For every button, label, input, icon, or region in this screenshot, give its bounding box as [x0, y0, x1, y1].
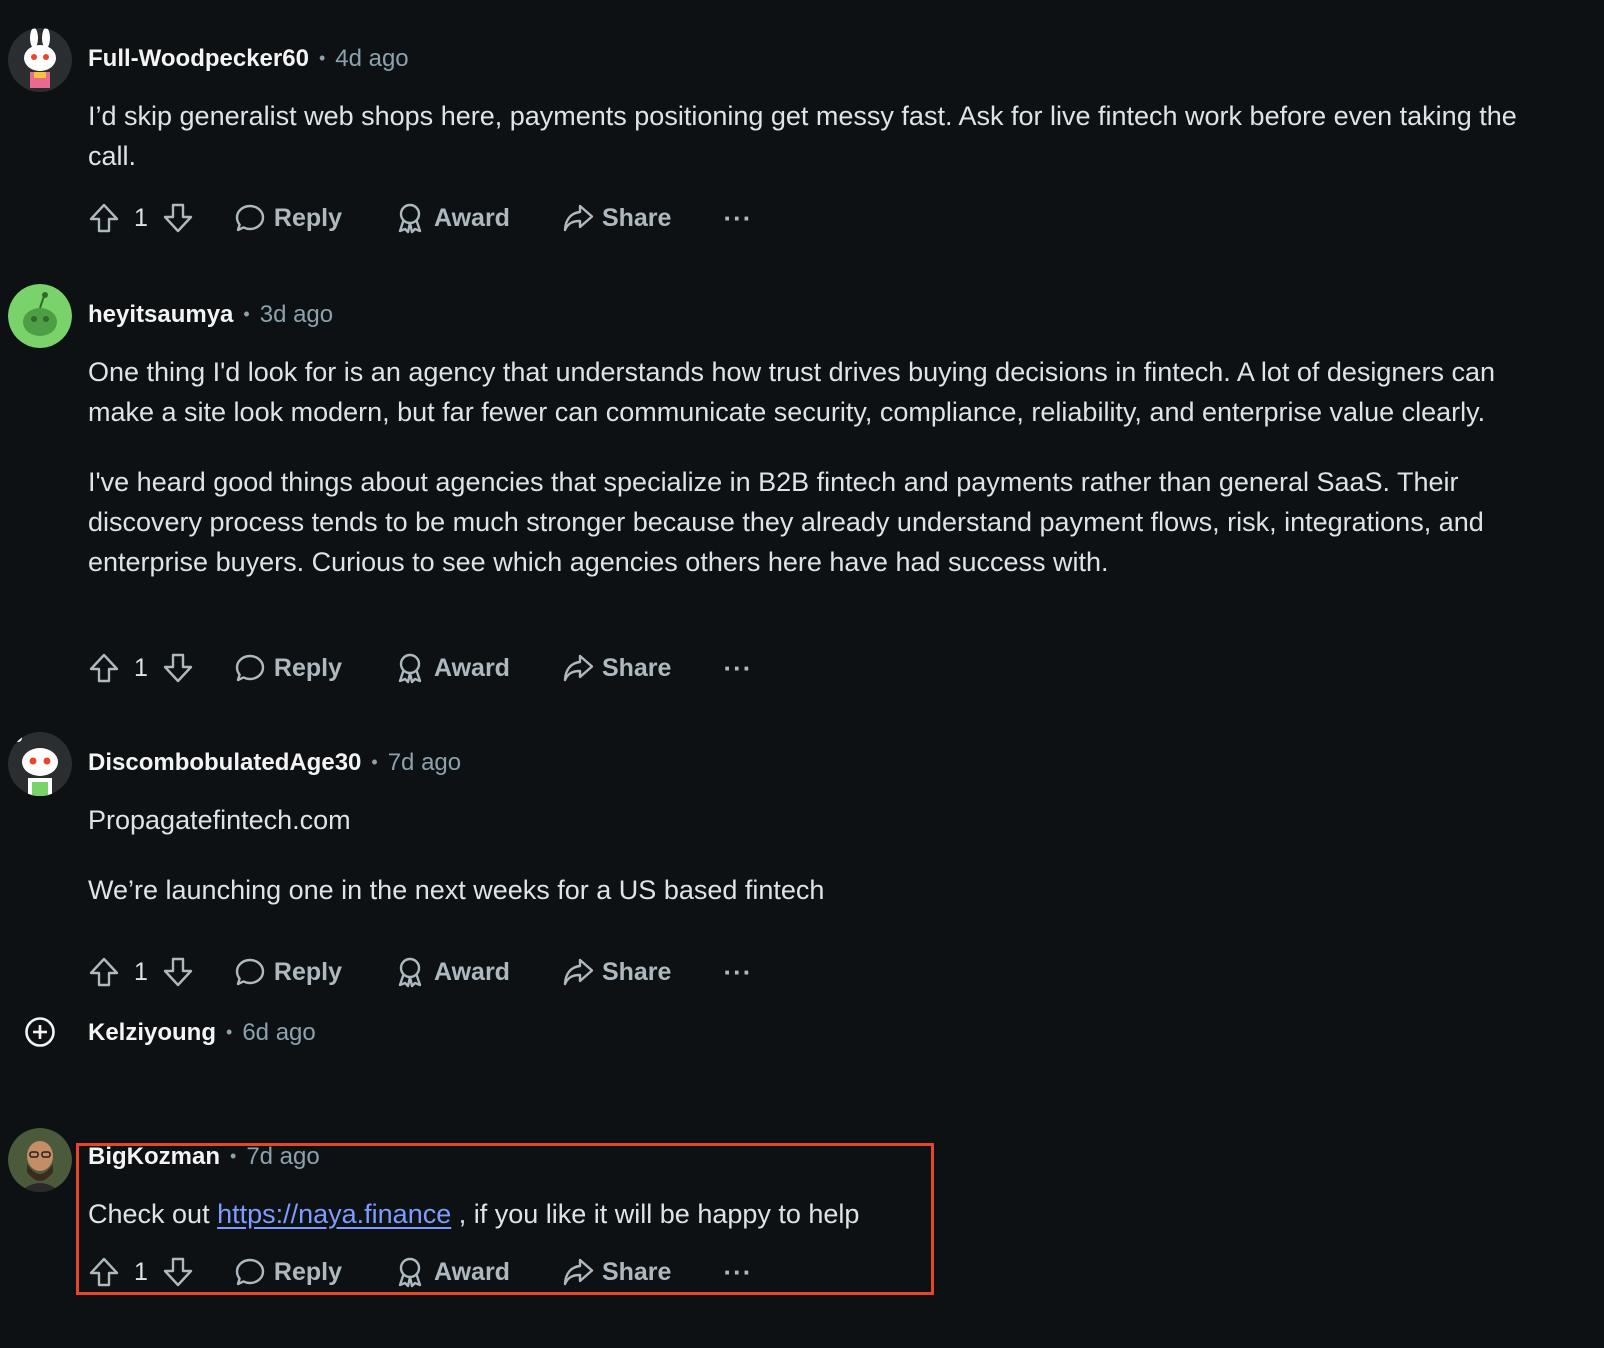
share-icon	[562, 202, 594, 234]
vote-count: 1	[134, 653, 148, 682]
upvote-button[interactable]	[88, 652, 120, 684]
reply-label: Reply	[273, 653, 342, 682]
reply-button[interactable]: Reply	[234, 956, 342, 988]
comment-body: I’d skip generalist web shops here, paym…	[88, 96, 1528, 176]
share-button[interactable]: Share	[562, 202, 671, 234]
timestamp[interactable]: 7d ago	[388, 749, 461, 776]
username[interactable]: Kelziyoung	[88, 1019, 216, 1046]
downvote-button[interactable]	[162, 202, 194, 234]
downvote-icon	[162, 202, 194, 234]
upvote-icon	[88, 202, 120, 234]
award-label: Award	[434, 957, 510, 986]
reply-icon	[234, 652, 266, 684]
username[interactable]: heyitsaumya	[88, 301, 233, 328]
green-snoo-avatar-icon[interactable]	[8, 284, 72, 348]
comment-paragraph: Propagatefintech.com	[88, 805, 351, 835]
username[interactable]: DiscombobulatedAge30	[88, 749, 361, 776]
comment-meta: Kelziyoung • 6d ago	[88, 1016, 316, 1049]
share-button[interactable]: Share	[562, 652, 671, 684]
share-icon	[562, 652, 594, 684]
downvote-icon	[162, 956, 194, 988]
plus-circle-icon[interactable]	[24, 1016, 56, 1048]
default-snoo-avatar-icon[interactable]	[8, 732, 72, 796]
upvote-button[interactable]	[88, 956, 120, 988]
comment-body: One thing I'd look for is an agency that…	[88, 352, 1528, 582]
timestamp[interactable]: 4d ago	[335, 45, 408, 72]
award-button[interactable]: Award	[394, 652, 510, 684]
comment-actions: 1 Reply Award Share ···	[88, 648, 752, 688]
photo-avatar-icon[interactable]	[8, 1128, 72, 1192]
comment-paragraph: One thing I'd look for is an agency that…	[88, 357, 1495, 427]
comment-body: Propagatefintech.com We’re launching one…	[88, 800, 1528, 910]
award-button[interactable]: Award	[394, 956, 510, 988]
award-icon	[394, 202, 426, 234]
award-button[interactable]: Award	[394, 202, 510, 234]
snoo-bunny-avatar-icon[interactable]	[8, 28, 72, 92]
upvote-icon	[88, 956, 120, 988]
timestamp[interactable]: 6d ago	[242, 1019, 315, 1046]
comment-paragraph: I’d skip generalist web shops here, paym…	[88, 101, 1517, 171]
more-options-button[interactable]: ···	[723, 957, 752, 988]
more-options-button[interactable]: ···	[723, 203, 752, 234]
award-label: Award	[434, 203, 510, 232]
comment-meta: heyitsaumya • 3d ago	[88, 298, 333, 331]
reply-label: Reply	[273, 957, 342, 986]
separator-dot: •	[226, 1022, 233, 1042]
award-icon	[394, 652, 426, 684]
upvote-icon	[88, 652, 120, 684]
reply-icon	[234, 202, 266, 234]
vote-count: 1	[134, 203, 148, 232]
downvote-button[interactable]	[162, 956, 194, 988]
reply-button[interactable]: Reply	[234, 652, 342, 684]
share-label: Share	[601, 653, 672, 682]
reply-label: Reply	[273, 203, 342, 232]
downvote-icon	[162, 652, 194, 684]
share-icon	[562, 956, 594, 988]
comment-paragraph: We’re launching one in the next weeks fo…	[88, 875, 825, 905]
share-button[interactable]: Share	[562, 956, 671, 988]
comment-paragraph: I've heard good things about agencies th…	[88, 467, 1484, 577]
award-icon	[394, 956, 426, 988]
username[interactable]: Full-Woodpecker60	[88, 45, 309, 72]
highlight-box	[76, 1143, 934, 1295]
comment-actions: 1 Reply Award Share ···	[88, 952, 752, 992]
separator-dot: •	[371, 752, 378, 772]
separator-dot: •	[243, 304, 250, 324]
comment-actions: 1 Reply Award Share ···	[88, 198, 752, 238]
comment-meta: Full-Woodpecker60 • 4d ago	[88, 42, 409, 75]
vote-count: 1	[134, 957, 148, 986]
more-options-button[interactable]: ···	[723, 653, 752, 684]
reply-icon	[234, 956, 266, 988]
separator-dot: •	[318, 48, 326, 68]
share-label: Share	[601, 957, 672, 986]
reply-button[interactable]: Reply	[234, 202, 342, 234]
share-label: Share	[601, 203, 672, 232]
timestamp[interactable]: 3d ago	[260, 301, 333, 328]
award-label: Award	[434, 653, 510, 682]
comment-meta: DiscombobulatedAge30 • 7d ago	[88, 746, 461, 779]
downvote-button[interactable]	[162, 652, 194, 684]
upvote-button[interactable]	[88, 202, 120, 234]
